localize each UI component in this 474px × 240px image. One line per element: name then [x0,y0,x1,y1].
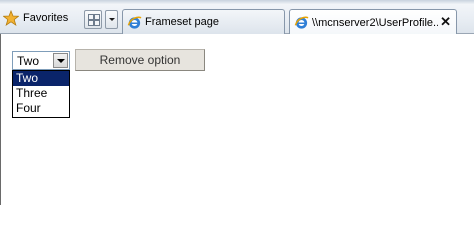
dropdown-option[interactable]: Four [13,101,69,116]
favorites-label: Favorites [23,12,69,24]
ie-icon [294,16,309,29]
browser-window: Favorites Frameset page \\mcnserver2\Use… [0,0,474,205]
select-dropdown-button[interactable] [53,53,68,68]
dropdown-option[interactable]: Two [13,71,69,86]
dropdown-option[interactable]: Three [13,86,69,101]
favorites-button[interactable]: Favorites [3,8,68,28]
remove-option-button[interactable]: Remove option [75,49,205,71]
tab-toolbar: Favorites Frameset page \\mcnserver2\Use… [0,0,474,35]
tab-userprofile[interactable]: \\mcnserver2\UserProfile... ✕ [289,9,457,35]
page-content: Two Remove option Two Three Four [0,34,474,205]
option-select[interactable]: Two [12,51,70,70]
ie-icon [127,16,142,29]
close-icon[interactable]: ✕ [440,15,451,28]
tab-label: \\mcnserver2\UserProfile... [312,16,438,29]
tab-list-button[interactable] [105,10,118,29]
select-value: Two [17,54,40,68]
toolbar-top-edge [0,0,474,4]
select-dropdown-list[interactable]: Two Three Four [12,70,70,118]
quick-tabs-button[interactable] [84,10,102,29]
star-icon [3,10,19,26]
quick-tabs-icon [88,14,100,26]
tab-label: Frameset page [145,16,219,28]
chevron-down-icon [108,18,115,21]
chevron-down-icon [56,58,65,63]
tab-frameset-page[interactable]: Frameset page [122,9,285,34]
